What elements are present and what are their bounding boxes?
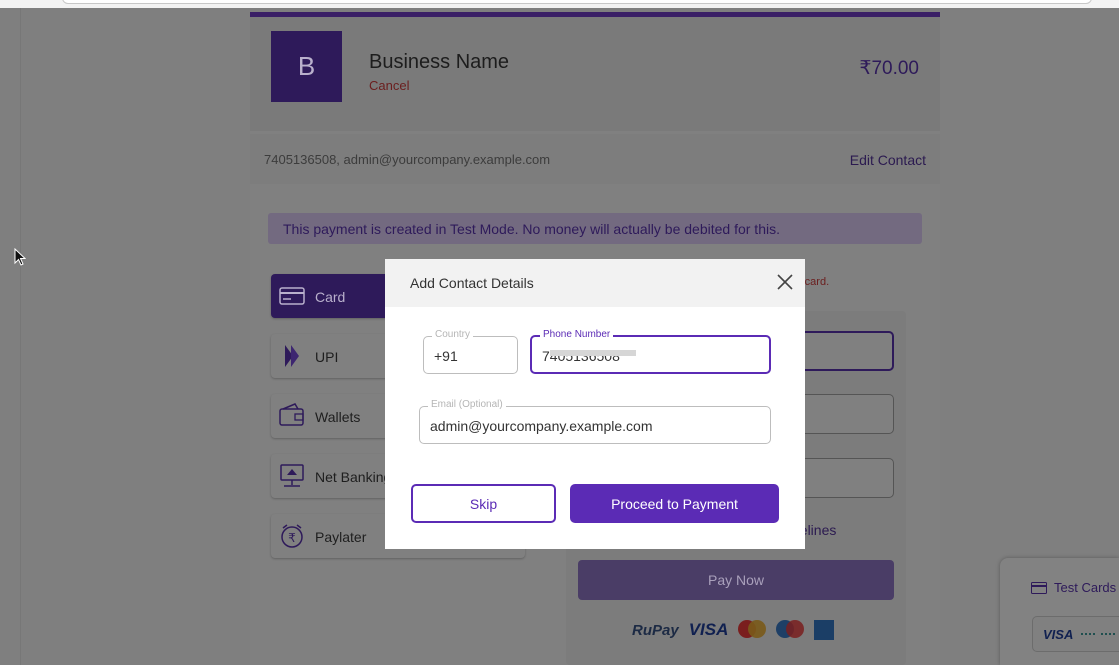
business-name: Business Name [369, 51, 510, 73]
method-label: Paylater [315, 529, 367, 545]
method-label: UPI [315, 349, 339, 365]
edit-contact-link[interactable]: Edit Contact [850, 152, 926, 168]
contact-summary: 7405136508, admin@yourcompany.example.co… [264, 152, 551, 167]
amex-logo [814, 620, 835, 640]
test-cards-widget[interactable]: Test Cards VISA [1000, 558, 1119, 665]
skip-button[interactable]: Skip [411, 484, 556, 523]
upi-icon [285, 345, 299, 367]
cancel-link[interactable]: Cancel [369, 78, 409, 93]
card-network-logos: RuPay VISA [632, 618, 852, 642]
visa-logo: VISA [688, 620, 729, 639]
visa-logo: VISA [1043, 627, 1074, 642]
paylater-icon: ₹ [281, 524, 303, 548]
email-label: Email (Optional) [428, 399, 506, 411]
proceed-to-payment-button[interactable]: Proceed to Payment [570, 484, 779, 523]
modal-title: Add Contact Details [410, 275, 534, 291]
country-field[interactable]: Country +91 [423, 329, 518, 374]
email-field[interactable]: Email (Optional) admin@yourcompany.examp… [419, 399, 771, 444]
phone-number-field[interactable]: Phone Number 7405136508 [530, 329, 771, 374]
net-banking-icon [280, 464, 304, 487]
modal-header: Add Contact Details [385, 259, 805, 307]
address-bar[interactable] [62, 0, 1092, 4]
country-value: +91 [434, 348, 458, 364]
email-value: admin@yourcompany.example.com [430, 418, 653, 434]
test-card-visa[interactable]: VISA [1032, 616, 1119, 652]
card-icon [1031, 582, 1047, 594]
divider-line [20, 8, 21, 665]
checkout-header: B Business Name Cancel ₹70.00 [250, 17, 940, 131]
browser-topbar [0, 0, 1119, 8]
contact-bar: 7405136508, admin@yourcompany.example.co… [250, 134, 940, 184]
add-contact-modal: Add Contact Details Country +91 Phone Nu… [385, 259, 805, 549]
test-cards-label: Test Cards [1054, 580, 1117, 595]
maestro-logo [776, 620, 805, 640]
method-label: Card [315, 289, 346, 305]
close-icon[interactable] [775, 272, 795, 292]
mastercard-logo [738, 620, 767, 640]
phone-number-label: Phone Number [540, 329, 614, 341]
svg-text:₹: ₹ [288, 531, 296, 545]
test-mode-text: This payment is created in Test Mode. No… [283, 221, 780, 237]
method-label: Wallets [315, 409, 361, 425]
test-mode-banner: This payment is created in Test Mode. No… [268, 213, 922, 244]
method-label: Net Banking [315, 469, 392, 485]
wallet-icon [279, 403, 304, 426]
pay-now-button[interactable]: Pay Now [578, 560, 894, 600]
business-logo: B [271, 31, 342, 102]
payment-amount: ₹70.00 [859, 58, 919, 79]
masked-digits [1101, 633, 1115, 635]
country-label: Country [432, 329, 474, 341]
card-icon [279, 287, 305, 305]
phone-redaction [550, 350, 636, 356]
rupay-logo: RuPay [632, 621, 679, 639]
mouse-cursor-icon [14, 248, 26, 266]
masked-digits [1081, 633, 1095, 635]
